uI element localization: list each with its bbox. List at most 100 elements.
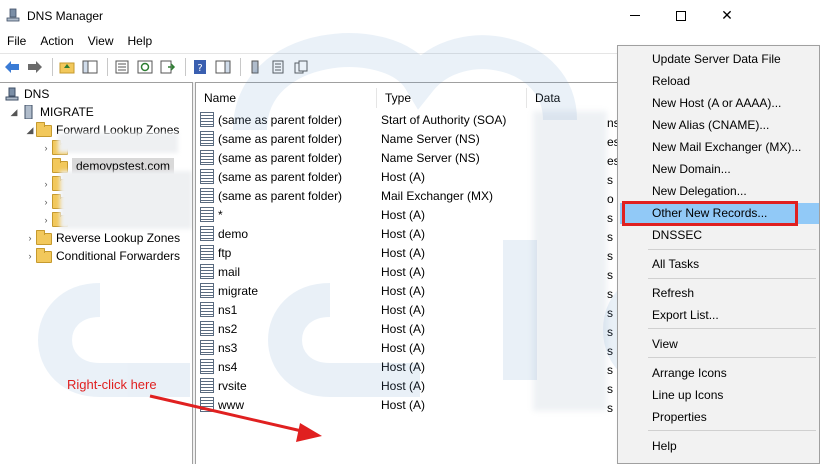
server-icon	[24, 105, 33, 119]
table-row[interactable]: migrate Host (A)	[200, 281, 531, 300]
maximize-button[interactable]	[658, 0, 704, 31]
context-menu-item[interactable]: Export List...	[620, 305, 819, 326]
copy-records-button[interactable]	[291, 57, 311, 77]
dns-record-icon	[200, 245, 214, 260]
table-row[interactable]: (same as parent folder) Name Server (NS)	[200, 148, 531, 167]
redacted-zone-names	[60, 171, 192, 229]
title-bar: DNS Manager ✕	[0, 0, 820, 31]
table-row[interactable]: (same as parent folder) Name Server (NS)	[200, 129, 531, 148]
menu-help[interactable]: Help	[121, 31, 160, 52]
context-menu-item[interactable]: Properties	[620, 407, 819, 428]
collapse-icon[interactable]: ◢	[24, 125, 36, 136]
forward-button[interactable]	[25, 57, 45, 77]
action-pane-button[interactable]	[213, 57, 233, 77]
tree-item-server[interactable]: ◢ MIGRATE	[8, 103, 94, 121]
table-row[interactable]: ns4 Host (A)	[200, 357, 531, 376]
table-row[interactable]: (same as parent folder) Start of Authorit…	[200, 110, 531, 129]
table-row[interactable]: ns2 Host (A)	[200, 319, 531, 338]
export-list-icon	[160, 60, 176, 74]
expand-icon[interactable]: ›	[40, 179, 52, 189]
refresh-button[interactable]	[135, 57, 155, 77]
tree-item-dns[interactable]: DNS	[4, 85, 49, 103]
context-menu-item[interactable]: Update Server Data File	[620, 49, 819, 70]
export-list-button[interactable]	[158, 57, 178, 77]
folder-icon	[36, 248, 52, 263]
column-header-name[interactable]: Name	[196, 88, 377, 108]
tree-item-reverse-lookup-zones[interactable]: › Reverse Lookup Zones	[24, 229, 180, 247]
column-header-type[interactable]: Type	[377, 88, 527, 108]
console-tree: DNS ◢ MIGRATE ◢ Forward Lookup Zones › d…	[0, 82, 193, 464]
properties-button[interactable]	[112, 57, 132, 77]
dns-record-icon	[200, 340, 214, 355]
context-menu-separator	[648, 430, 816, 431]
context-menu-item[interactable]: Arrange Icons	[620, 363, 819, 384]
context-menu-item[interactable]: Refresh	[620, 283, 819, 304]
record-name: ftp	[218, 245, 232, 260]
context-menu-item[interactable]: New Host (A or AAAA)...	[620, 93, 819, 114]
table-row[interactable]: ns3 Host (A)	[200, 338, 531, 357]
context-menu-item[interactable]: DNSSEC	[620, 225, 819, 246]
context-menu-item[interactable]: Reload	[620, 71, 819, 92]
tree-label-dns: DNS	[24, 87, 50, 101]
context-menu-item[interactable]: New Mail Exchanger (MX)...	[620, 137, 819, 158]
tree-label-server: MIGRATE	[40, 105, 94, 119]
table-row[interactable]: * Host (A)	[200, 205, 531, 224]
context-menu-item[interactable]: View	[620, 334, 819, 355]
dns-record-icon	[200, 112, 214, 127]
dns-record-icon	[200, 207, 214, 222]
context-menu-separator	[648, 357, 816, 358]
table-row[interactable]: ns1 Host (A)	[200, 300, 531, 319]
context-menu-item[interactable]: All Tasks	[620, 254, 819, 275]
tree-label-reverse-lookup-zones: Reverse Lookup Zones	[56, 231, 181, 245]
context-menu-item[interactable]: Line up Icons	[620, 385, 819, 406]
expand-icon[interactable]: ›	[40, 143, 52, 153]
action-pane-icon	[215, 60, 231, 74]
table-row[interactable]: www Host (A)	[200, 395, 531, 414]
table-row[interactable]: (same as parent folder) Host (A)	[200, 167, 531, 186]
record-type: Name Server (NS)	[381, 131, 480, 146]
expand-icon[interactable]: ›	[40, 215, 52, 225]
help-button[interactable]: ?	[190, 57, 210, 77]
refresh-icon	[137, 60, 153, 74]
record-name: ns3	[218, 340, 238, 355]
expand-icon[interactable]: ›	[24, 233, 36, 243]
record-name: (same as parent folder)	[218, 169, 343, 184]
server-button[interactable]	[245, 57, 265, 77]
minimize-button[interactable]	[612, 0, 658, 31]
record-type: Mail Exchanger (MX)	[381, 188, 494, 203]
expand-icon[interactable]: ›	[24, 251, 36, 261]
context-menu: Update Server Data File Reload New Host (A…	[617, 45, 820, 464]
menu-file[interactable]: File	[0, 31, 33, 52]
dns-record-icon	[200, 359, 214, 374]
context-menu-item[interactable]: New Domain...	[620, 159, 819, 180]
table-row[interactable]: rvsite Host (A)	[200, 376, 531, 395]
table-row[interactable]: ftp Host (A)	[200, 243, 531, 262]
dns-record-icon	[200, 131, 214, 146]
tree-item-conditional-forwarders[interactable]: › Conditional Forwarders	[24, 247, 180, 265]
record-type: Host (A)	[381, 397, 426, 412]
context-menu-item[interactable]: New Alias (CNAME)...	[620, 115, 819, 136]
dns-record-icon	[200, 321, 214, 336]
table-row[interactable]: (same as parent folder) Mail Exchanger (M…	[200, 186, 531, 205]
back-button[interactable]	[2, 57, 22, 77]
collapse-icon[interactable]: ◢	[8, 107, 20, 118]
table-row[interactable]: demo Host (A)	[200, 224, 531, 243]
close-button[interactable]: ✕	[704, 0, 750, 31]
record-list-button[interactable]	[268, 57, 288, 77]
menu-action[interactable]: Action	[33, 31, 80, 52]
menu-view[interactable]: View	[81, 31, 121, 52]
column-header-data[interactable]: Data	[527, 88, 627, 108]
show-hide-tree-button[interactable]	[80, 57, 100, 77]
record-type: Host (A)	[381, 340, 426, 355]
dns-record-icon	[200, 378, 214, 393]
context-menu-item[interactable]: New Delegation...	[620, 181, 819, 202]
up-folder-button[interactable]	[57, 57, 77, 77]
record-type: Host (A)	[381, 245, 426, 260]
expand-icon[interactable]: ›	[40, 197, 52, 207]
help-icon: ?	[194, 60, 206, 74]
folder-icon	[36, 122, 52, 137]
table-row[interactable]: mail Host (A)	[200, 262, 531, 281]
highlight-box	[622, 201, 798, 226]
dns-record-icon	[200, 264, 214, 279]
context-menu-item[interactable]: Help	[620, 436, 819, 457]
